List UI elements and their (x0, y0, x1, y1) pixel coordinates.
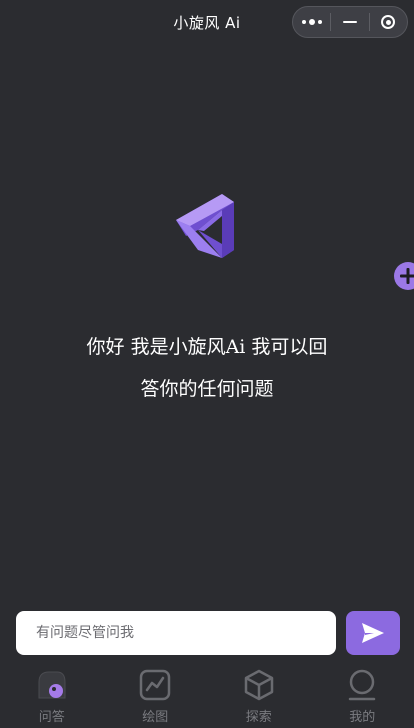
target-circle-icon (381, 15, 396, 29)
tab-chat[interactable]: 问答 (0, 668, 104, 728)
tab-explore[interactable]: 探索 (207, 668, 311, 728)
more-dots-icon (301, 19, 322, 25)
chart-icon (138, 668, 172, 702)
chat-icon (35, 668, 69, 702)
tab-mine[interactable]: 我的 (311, 668, 414, 728)
tab-label: 问答 (38, 710, 65, 725)
cube-icon (242, 668, 276, 702)
send-icon (362, 623, 384, 643)
more-button[interactable] (293, 7, 330, 37)
welcome-line-2: 答你的任何问题 (140, 378, 274, 400)
top-bar: 小旋风 Ai (0, 0, 414, 44)
triangle-logo-icon (172, 190, 238, 262)
page: 小旋风 Ai 你好 我是小旋风Ai 我可以回 答你的任何问题 有问题尽管问我 问… (0, 0, 414, 728)
tab-label: 绘图 (142, 710, 169, 725)
tab-label: 我的 (349, 710, 376, 725)
close-button[interactable] (370, 7, 407, 37)
user-icon (345, 668, 379, 702)
tab-draw[interactable]: 绘图 (104, 668, 208, 728)
float-add-button[interactable] (394, 262, 414, 290)
plus-icon (400, 268, 414, 284)
minus-icon (342, 20, 357, 24)
send-button[interactable] (346, 611, 400, 655)
welcome-line-1: 你好 我是小旋风Ai 我可以回 (86, 336, 328, 358)
menu-capsule (292, 6, 408, 38)
minimize-button[interactable] (331, 7, 368, 37)
question-input[interactable] (16, 611, 336, 655)
welcome-message: 你好 我是小旋风Ai 我可以回 答你的任何问题 (60, 326, 354, 410)
tab-label: 探索 (245, 710, 272, 725)
tab-bar: 问答 绘图 探索 我的 (0, 668, 414, 728)
input-row (16, 611, 400, 655)
